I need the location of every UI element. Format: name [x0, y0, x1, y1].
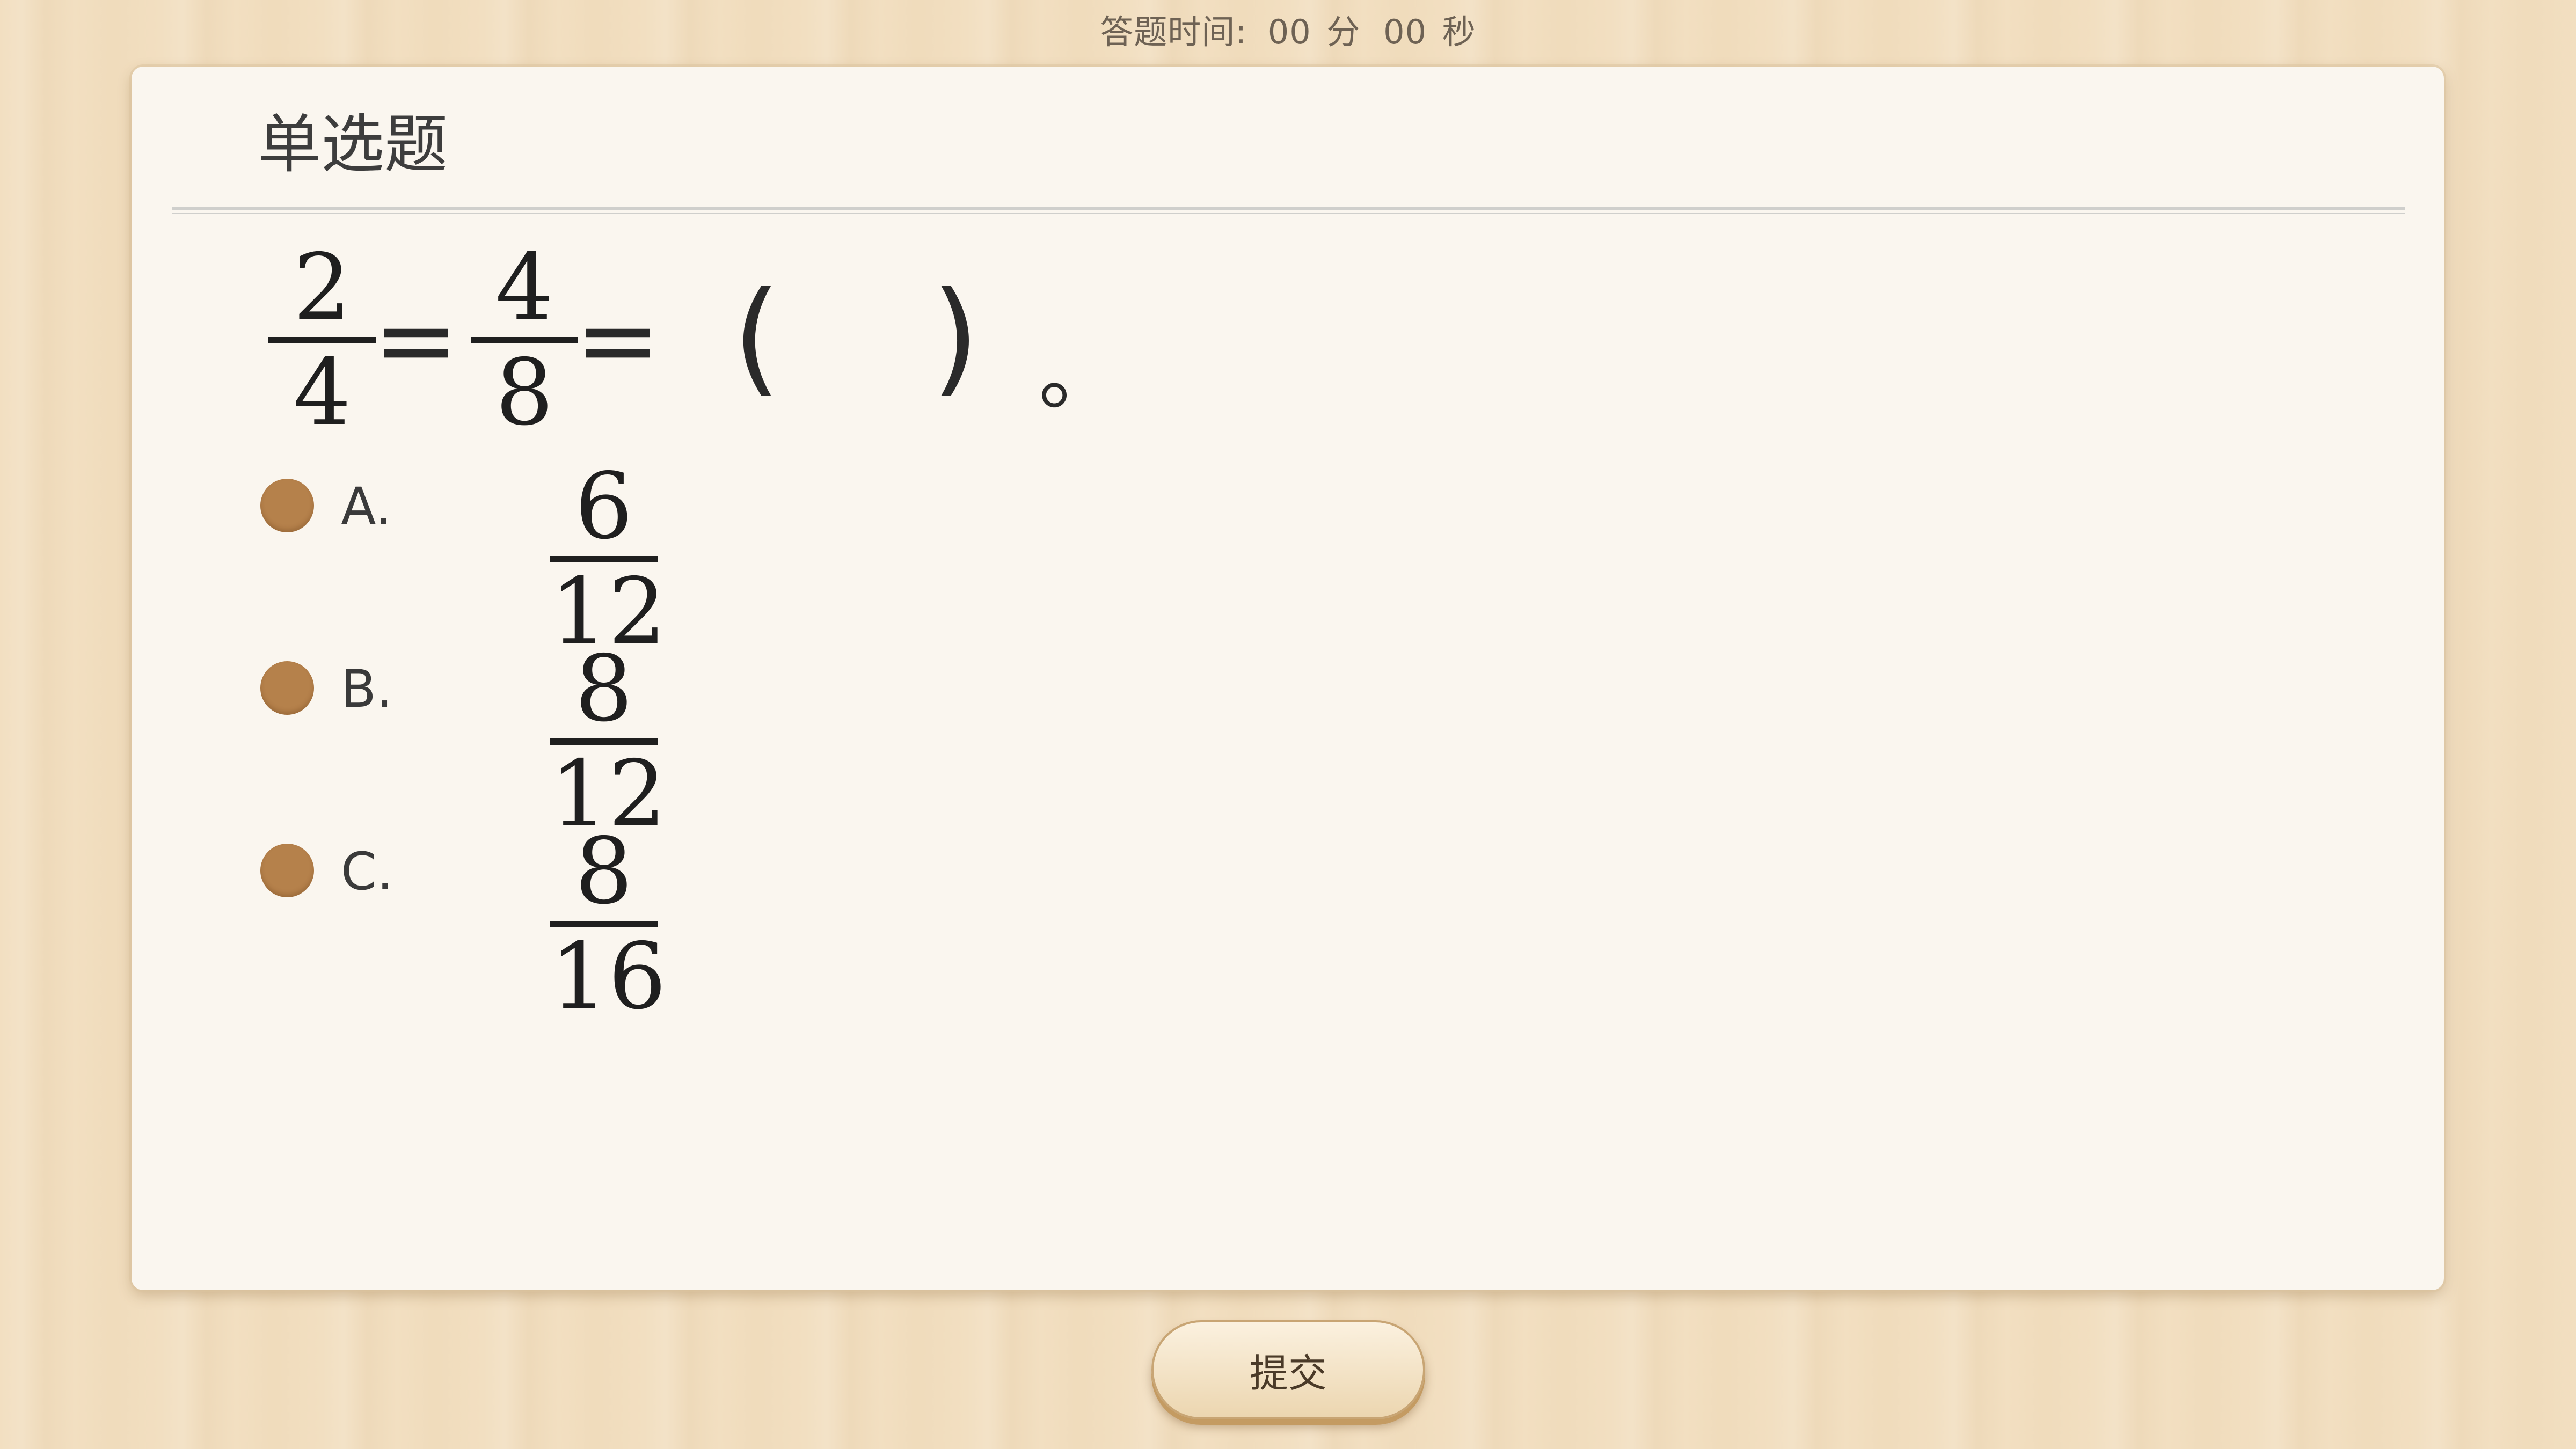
title-divider: [172, 207, 2405, 214]
timer-label: 答题时间:: [1100, 12, 1247, 52]
option-a[interactable]: A. 6 12: [260, 458, 743, 660]
fraction-numerator: 6: [574, 453, 633, 560]
timer-seconds: 00: [1383, 12, 1427, 52]
fraction-numerator: 2: [293, 235, 352, 341]
open-parenthesis: (: [733, 266, 781, 409]
option-fraction: 6 12: [550, 453, 666, 660]
fraction-denominator: 8: [495, 340, 554, 446]
answer-timer: 答题时间: 00 分 00 秒: [0, 5, 2576, 59]
option-b[interactable]: B. 8 12: [260, 641, 743, 843]
timer-minutes: 00: [1267, 12, 1311, 52]
fraction-denominator: 16: [550, 924, 667, 1030]
question-card: 单选题 2 4 = 4 8 = ( ) 。 A. 6 12 B. 8 12 C.…: [132, 67, 2444, 1290]
option-c[interactable]: C. 8 16: [260, 823, 743, 1025]
option-letter: B.: [341, 659, 393, 719]
fraction-4-8: 4 8: [471, 239, 578, 441]
radio-button-icon[interactable]: [260, 661, 314, 715]
radio-button-icon[interactable]: [260, 844, 314, 897]
equals-sign: =: [373, 281, 459, 399]
timer-minutes-unit: 分: [1326, 12, 1361, 52]
fraction-denominator: 4: [293, 340, 352, 446]
question-type-title: 单选题: [258, 107, 448, 181]
option-fraction: 8 16: [550, 818, 667, 1030]
submit-button[interactable]: 提交: [1151, 1320, 1425, 1419]
radio-button-icon[interactable]: [260, 479, 314, 532]
fraction-2-4: 2 4: [268, 239, 376, 441]
timer-seconds-unit: 秒: [1442, 12, 1476, 52]
close-parenthesis: ): [931, 266, 980, 409]
period-mark: 。: [1039, 328, 1120, 422]
option-fraction: 8 12: [550, 636, 666, 843]
equals-sign: =: [575, 281, 661, 399]
fraction-numerator: 8: [574, 818, 633, 925]
fraction-numerator: 4: [495, 235, 554, 341]
option-letter: A.: [341, 477, 392, 537]
fraction-numerator: 8: [574, 636, 633, 742]
option-letter: C.: [341, 841, 393, 902]
